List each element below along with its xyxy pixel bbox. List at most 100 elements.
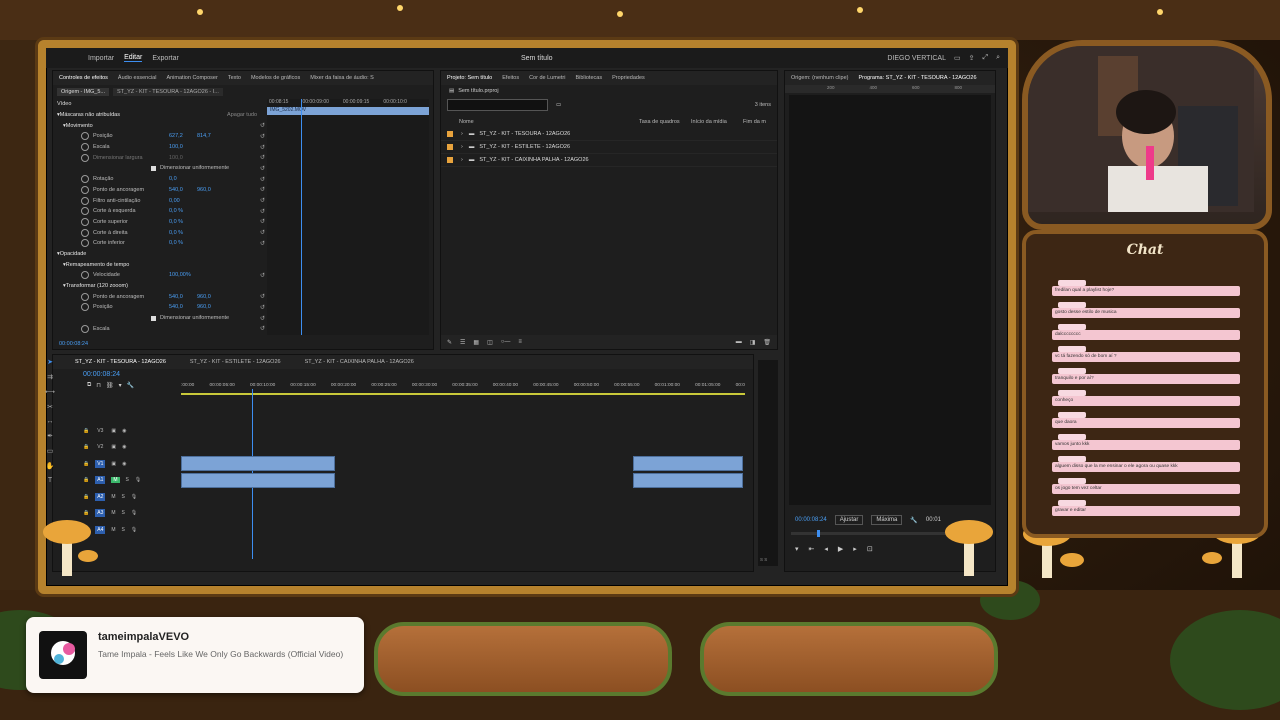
effect-value-1[interactable]: 540,0 (169, 304, 197, 310)
effect-row[interactable]: ▾ Movimento ↺ (53, 120, 267, 131)
rectangle-tool-icon[interactable]: ▭ (47, 447, 54, 455)
project-bin-row[interactable]: › ▬ ST_YZ - KIT - CAIXINHA PALHA - 12AGO26 (441, 154, 777, 167)
nest-icon[interactable]: ⧉ (87, 382, 91, 389)
solo-button[interactable]: S (122, 494, 125, 500)
menu-import[interactable]: Importar (88, 55, 114, 62)
reset-icon[interactable]: ↺ (260, 218, 265, 225)
work-area-bar[interactable] (181, 393, 745, 395)
effect-row[interactable]: Dimensionar uniformemente ↺ (53, 163, 267, 174)
eye-icon[interactable]: ◉ (122, 428, 126, 434)
effect-value-1[interactable]: 0,0 % (169, 208, 197, 214)
project-bin-row[interactable]: › ▬ ST_YZ - KIT - TESOURA - 12AGO26 (441, 128, 777, 141)
program-timecode[interactable]: 00:00:08:24 (795, 517, 827, 523)
stopwatch-icon[interactable] (81, 132, 89, 141)
clear-all-button[interactable]: Apagar tudo (227, 112, 257, 118)
type-tool-icon[interactable]: T (48, 477, 52, 484)
reset-icon[interactable]: ↺ (260, 293, 265, 300)
stopwatch-icon[interactable] (81, 207, 89, 216)
tab-libraries[interactable]: Bibliotecas (575, 75, 602, 81)
track-label[interactable]: A2 (95, 492, 106, 501)
effect-value-1[interactable]: 0,0 (169, 176, 197, 182)
track-select-icon[interactable]: ⇉ (47, 373, 53, 381)
effect-value-1[interactable]: 0,0 % (169, 240, 197, 246)
add-marker-icon[interactable]: ▾ (119, 382, 122, 389)
effect-value-1[interactable]: 0,00 (169, 198, 197, 204)
stopwatch-icon[interactable] (81, 239, 89, 248)
effect-row[interactable]: Dimensionar uniformemente ↺ (53, 313, 267, 324)
track-label[interactable]: V3 (95, 427, 105, 435)
stopwatch-icon[interactable] (81, 185, 89, 194)
track-header[interactable]: 🔒 A2 M S 🎙 (83, 492, 179, 501)
tab-lumetri[interactable]: Cor de Lumetri (529, 75, 565, 81)
track-header[interactable]: 🔒 A1 M S 🎙 (83, 476, 179, 484)
sync-lock-icon[interactable]: ▣ (111, 461, 116, 467)
program-playhead[interactable] (817, 530, 820, 537)
effect-value-2[interactable]: 960,0 (197, 294, 211, 300)
effect-row[interactable]: Rotação 0,0 ↺ (53, 174, 267, 185)
wrench-icon[interactable]: 🔧 (910, 517, 917, 524)
reset-icon[interactable]: ↺ (260, 229, 265, 236)
reset-icon[interactable]: ↺ (260, 272, 265, 279)
tab-project[interactable]: Projeto: Sem título (447, 75, 492, 81)
hand-tool-icon[interactable]: ✋ (46, 462, 55, 470)
effect-value-1[interactable]: 0,0 % (169, 230, 197, 236)
share-icon[interactable]: ⇪ (969, 54, 975, 62)
effect-row[interactable]: ▾ Opacidade (53, 249, 267, 260)
timeline-track[interactable]: 🔒 V1 ▣ ◉ (53, 456, 753, 471)
video-clip[interactable] (181, 456, 335, 471)
reset-icon[interactable]: ↺ (260, 304, 265, 311)
fit-select[interactable]: Ajustar (834, 515, 864, 525)
tab-seq-caixinha[interactable]: ST_YZ - KIT - CAIXINHA PALHA - 12AGO26 (305, 359, 414, 365)
go-to-in-icon[interactable]: ⇤ (809, 545, 815, 553)
stopwatch-icon[interactable] (81, 292, 89, 301)
layout-icon[interactable]: ▭ (954, 54, 961, 62)
reset-icon[interactable]: ↺ (260, 133, 265, 140)
track-header[interactable]: 🔒 V3 ▣ ◉ (83, 427, 179, 435)
effect-row[interactable]: Velocidade 100,00% ↺ (53, 270, 267, 281)
reset-icon[interactable]: ↺ (260, 208, 265, 215)
expand-arrow-icon[interactable]: › (461, 144, 463, 150)
lock-icon[interactable]: 🔒 (83, 444, 89, 450)
stopwatch-icon[interactable] (81, 228, 89, 237)
effect-row[interactable]: Filtro anti-cintilação 0,00 ↺ (53, 195, 267, 206)
tab-seq-estilete[interactable]: ST_YZ - KIT - ESTILETE - 12AGO26 (190, 359, 281, 365)
tab-source-monitor[interactable]: Origem: (nenhum clipe) (791, 75, 848, 81)
effect-row[interactable]: ▾ Máscaras não atribuídas Apagar tudo (53, 110, 267, 121)
effect-row[interactable]: Corte superior 0,0 % ↺ (53, 217, 267, 228)
reset-icon[interactable]: ↺ (260, 197, 265, 204)
effect-row[interactable]: Ponto de ancoragem 540,0 960,0 ↺ (53, 291, 267, 302)
menu-edit[interactable]: Editar (124, 54, 143, 62)
stopwatch-icon[interactable] (81, 217, 89, 226)
effect-row[interactable]: Corte inferior 0,0 % ↺ (53, 238, 267, 249)
program-video-area[interactable] (789, 95, 991, 505)
lock-icon[interactable]: 🔒 (83, 428, 89, 434)
project-bin-row[interactable]: › ▬ ST_YZ - KIT - ESTILETE - 12AGO26 (441, 141, 777, 154)
effect-value-1[interactable]: 100,0 (169, 155, 197, 161)
effect-value-1[interactable]: 627,2 (169, 133, 197, 139)
microphone-icon[interactable]: 🎙 (135, 477, 141, 483)
mute-button[interactable]: M (111, 494, 115, 500)
timeline-timecode[interactable]: 00:00:08:24 (83, 371, 120, 378)
effect-row[interactable]: Escala 100,0 ↺ (53, 142, 267, 153)
solo-button[interactable]: S (122, 527, 125, 533)
effect-value-2[interactable]: 960,0 (197, 304, 211, 310)
mini-clip-bar[interactable]: IMG_5202.MOV (267, 107, 429, 115)
reset-icon[interactable]: ↺ (260, 176, 265, 183)
expand-arrow-icon[interactable]: › (461, 157, 463, 163)
sync-lock-icon[interactable]: ▣ (111, 428, 116, 434)
stopwatch-icon[interactable] (81, 324, 89, 333)
microphone-icon[interactable]: 🎙 (131, 510, 137, 516)
search-icon[interactable]: ⌕ (996, 54, 1000, 62)
step-back-icon[interactable]: ◂ (824, 545, 828, 553)
checkbox[interactable] (151, 165, 156, 171)
linked-icon[interactable]: ⛓ (106, 382, 114, 389)
sync-lock-icon[interactable]: ▣ (111, 444, 116, 450)
selection-tool-icon[interactable]: ➤ (47, 358, 53, 366)
timeline-track[interactable]: 🔒 A2 M S 🎙 (53, 489, 753, 504)
list-view-icon[interactable]: ☰ (460, 339, 465, 346)
eye-icon[interactable]: ◉ (122, 461, 126, 467)
timeline-track[interactable]: 🔒 A3 M S 🎙 (53, 506, 753, 521)
effect-row[interactable]: Corte à direita 0,0 % ↺ (53, 227, 267, 238)
reset-icon[interactable]: ↺ (260, 325, 265, 332)
tab-animation-composer[interactable]: Animation Composer (166, 75, 217, 81)
